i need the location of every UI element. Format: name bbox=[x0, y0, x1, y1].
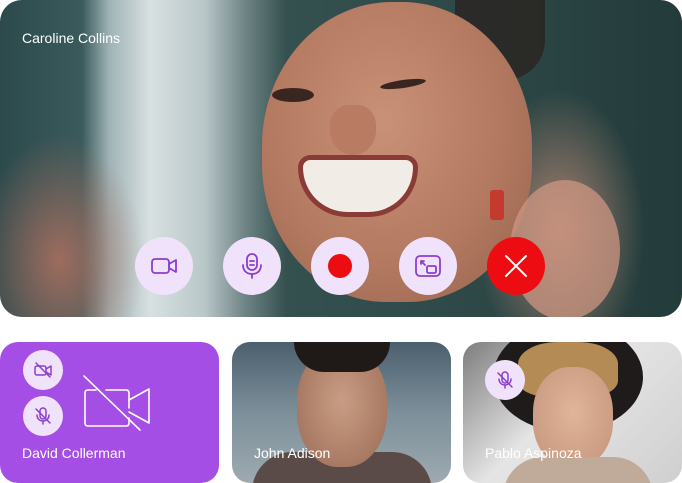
camera-off-indicator[interactable] bbox=[23, 350, 63, 390]
participant-name: John Adison bbox=[254, 445, 331, 461]
participant-tile-david[interactable]: David Collerman bbox=[0, 342, 219, 483]
participant-name: David Collerman bbox=[22, 445, 126, 461]
mic-off-indicator[interactable] bbox=[23, 396, 63, 436]
microphone-off-icon bbox=[497, 371, 513, 389]
screen-share-button[interactable] bbox=[399, 237, 457, 295]
video-call-screen: Caroline Collins David Collerman John Ad… bbox=[0, 0, 682, 483]
microphone-off-icon bbox=[35, 407, 51, 425]
participant-tile-john[interactable]: John Adison bbox=[232, 342, 451, 483]
record-icon bbox=[328, 254, 352, 278]
participant-name: Pablo Aspinoza bbox=[485, 445, 582, 461]
video-camera-icon bbox=[151, 258, 177, 274]
camera-toggle-button[interactable] bbox=[135, 237, 193, 295]
call-controls bbox=[135, 237, 545, 295]
microphone-icon bbox=[242, 253, 262, 279]
video-frame-detail bbox=[272, 88, 314, 102]
video-frame-detail bbox=[294, 342, 390, 372]
screen-share-icon bbox=[415, 255, 441, 277]
end-call-button[interactable] bbox=[487, 237, 545, 295]
camera-off-placeholder-icon bbox=[83, 375, 150, 431]
video-off-icon bbox=[34, 362, 52, 378]
main-participant-name: Caroline Collins bbox=[22, 30, 121, 46]
close-icon bbox=[505, 255, 527, 277]
video-frame-detail bbox=[490, 190, 504, 220]
microphone-toggle-button[interactable] bbox=[223, 237, 281, 295]
main-video-feed: Caroline Collins bbox=[0, 0, 682, 317]
video-frame-detail bbox=[330, 105, 376, 155]
mic-off-indicator[interactable] bbox=[485, 360, 525, 400]
record-button[interactable] bbox=[311, 237, 369, 295]
participant-tile-pablo[interactable]: Pablo Aspinoza bbox=[463, 342, 682, 483]
